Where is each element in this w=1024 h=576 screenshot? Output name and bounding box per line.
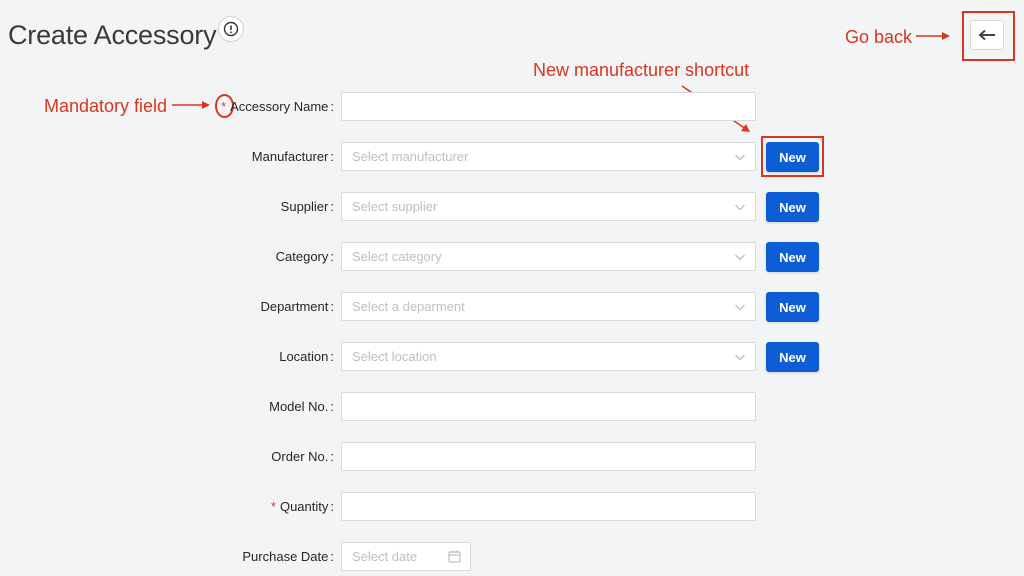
new-supplier-button[interactable]: New xyxy=(766,192,819,222)
manufacturer-label: Manufacturer: xyxy=(251,149,334,164)
calendar-icon xyxy=(448,550,461,563)
purchase-date-picker[interactable]: Select date xyxy=(341,542,471,571)
new-location-button[interactable]: New xyxy=(766,342,819,372)
form-row-category: Category: Select category New xyxy=(0,242,1024,272)
department-label: Department: xyxy=(260,299,334,314)
page-title: Create Accessory xyxy=(8,20,217,50)
quantity-input[interactable] xyxy=(341,492,756,521)
form-row-purchase-date: Purchase Date: Select date xyxy=(0,542,1024,572)
annotation-arrows xyxy=(172,32,950,132)
model-no-label: Model No.: xyxy=(269,399,334,414)
form-row-supplier: Supplier: Select supplier New xyxy=(0,192,1024,222)
form-row-quantity: * Quantity: xyxy=(0,492,1024,522)
category-label: Category: xyxy=(275,249,334,264)
chevron-down-icon xyxy=(735,354,745,361)
new-category-button[interactable]: New xyxy=(766,242,819,272)
form-row-model-no: Model No.: xyxy=(0,392,1024,422)
order-no-label: Order No.: xyxy=(271,449,334,464)
category-placeholder: Select category xyxy=(352,249,442,264)
chevron-down-icon xyxy=(735,304,745,311)
order-no-input[interactable] xyxy=(341,442,756,471)
info-circle-icon xyxy=(223,21,239,37)
required-asterisk: * xyxy=(221,99,227,114)
purchase-date-label: Purchase Date: xyxy=(242,549,334,564)
new-department-button[interactable]: New xyxy=(766,292,819,322)
annotation-go-back: Go back xyxy=(845,27,913,47)
supplier-placeholder: Select supplier xyxy=(352,199,438,214)
accessory-name-input[interactable] xyxy=(341,92,756,121)
supplier-label: Supplier: xyxy=(280,199,334,214)
model-no-input[interactable] xyxy=(341,392,756,421)
category-select[interactable]: Select category xyxy=(341,242,756,271)
form-row-accessory-name: * Accessory Name: xyxy=(0,92,1024,122)
chevron-down-icon xyxy=(735,154,745,161)
form-row-location: Location: Select location New xyxy=(0,342,1024,372)
required-asterisk: * xyxy=(270,499,276,514)
location-select[interactable]: Select location xyxy=(341,342,756,371)
manufacturer-placeholder: Select manufacturer xyxy=(352,149,469,164)
annotation-new-manufacturer-shortcut: New manufacturer shortcut xyxy=(533,60,750,80)
form-row-manufacturer: Manufacturer: Select manufacturer New xyxy=(0,142,1024,172)
info-button[interactable] xyxy=(218,16,244,42)
form-row-department: Department: Select a deparment New xyxy=(0,292,1024,322)
manufacturer-select[interactable]: Select manufacturer xyxy=(341,142,756,171)
supplier-select[interactable]: Select supplier xyxy=(341,192,756,221)
go-back-highlight xyxy=(962,11,1015,61)
location-placeholder: Select location xyxy=(352,349,437,364)
form-row-order-no: Order No.: xyxy=(0,442,1024,472)
chevron-down-icon xyxy=(735,254,745,261)
department-placeholder: Select a deparment xyxy=(352,299,465,314)
department-select[interactable]: Select a deparment xyxy=(341,292,756,321)
new-manufacturer-button[interactable]: New xyxy=(766,142,819,172)
quantity-label: * Quantity: xyxy=(270,499,334,514)
chevron-down-icon xyxy=(735,204,745,211)
purchase-date-placeholder: Select date xyxy=(352,549,418,564)
location-label: Location: xyxy=(279,349,334,364)
accessory-name-label: * Accessory Name: xyxy=(221,99,334,114)
